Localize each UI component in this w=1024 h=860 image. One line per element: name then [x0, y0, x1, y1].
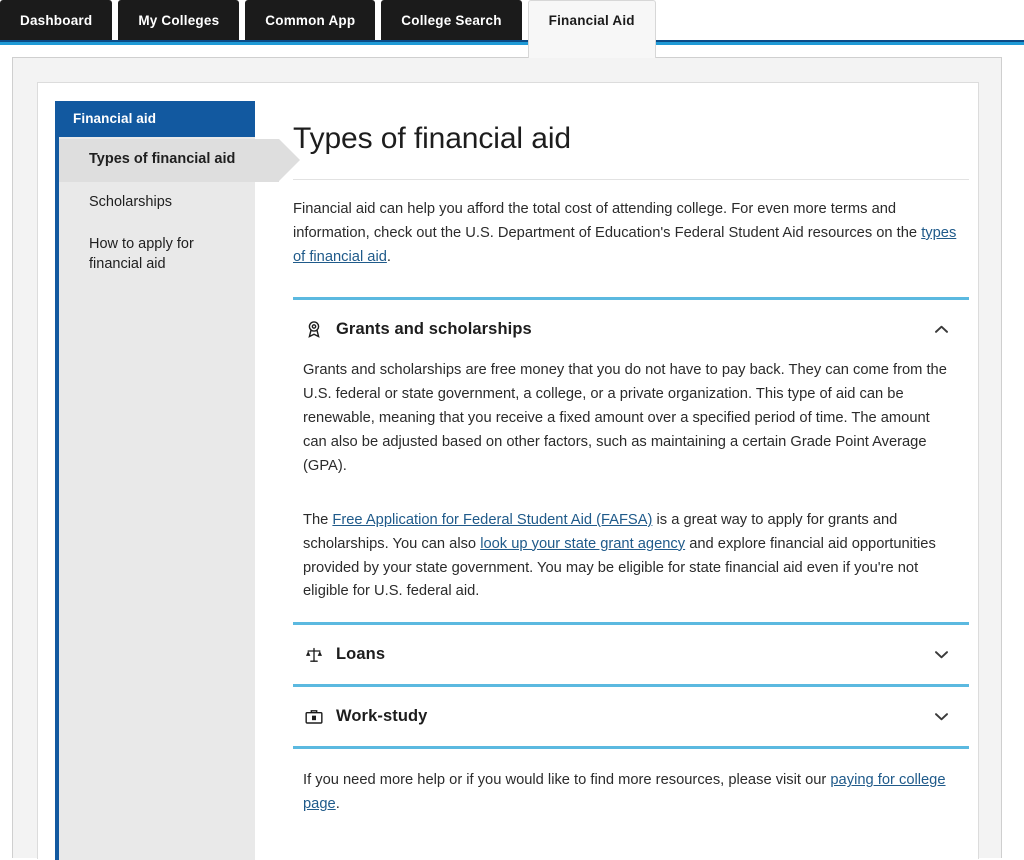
accordion-divider	[293, 746, 969, 750]
page-outer-frame: Financial aid Types of financial aid Sch…	[12, 57, 1002, 860]
accordion-header-loans[interactable]: Loans	[293, 625, 969, 684]
intro-text-before: Financial aid can help you afford the to…	[293, 201, 922, 241]
tab-strip: Dashboard My Colleges Common App College…	[0, 0, 662, 58]
accordion-title: Loans	[336, 645, 386, 664]
intro-text-after: .	[386, 248, 391, 265]
accordion-header-grants-and-scholarships[interactable]: Grants and scholarships	[293, 300, 969, 359]
footer-help-paragraph: If you need more help or if you would li…	[303, 769, 963, 817]
tab-financial-aid-label: Financial Aid	[548, 13, 635, 28]
accordion-title: Grants and scholarships	[336, 319, 532, 338]
sidebar-item-label: Scholarships	[89, 193, 173, 210]
financial-aid-type-accordion: Grants and scholarships Grants and schol…	[293, 296, 969, 750]
footer-text-after: .	[335, 796, 340, 813]
tab-common-app[interactable]: Common App	[245, 0, 376, 40]
chevron-down-icon[interactable]	[931, 707, 951, 727]
award-medal-icon	[303, 318, 325, 340]
title-divider	[293, 179, 969, 180]
accordion-body-grants-and-scholarships: Grants and scholarships are free money t…	[293, 359, 969, 623]
tab-dashboard[interactable]: Dashboard	[0, 0, 113, 40]
tab-college-search-label: College Search	[401, 12, 502, 28]
sidebar: Financial aid Types of financial aid Sch…	[55, 101, 300, 860]
sidebar-item-label: Types of financial aid	[89, 151, 236, 167]
accordion-section-loans: Loans	[293, 625, 969, 684]
active-pointer-arrow-icon	[279, 139, 300, 181]
accordion-section-grants-and-scholarships: Grants and scholarships Grants and schol…	[293, 300, 969, 623]
briefcase-icon	[303, 706, 325, 728]
sidebar-item-types-of-financial-aid[interactable]: Types of financial aid	[59, 139, 300, 182]
main-content: Types of financial aid Financial aid can…	[293, 101, 983, 860]
tab-college-search[interactable]: College Search	[381, 0, 522, 40]
state-grant-agency-link[interactable]: look up your state grant agency	[480, 536, 685, 552]
sidebar-item-how-to-apply[interactable]: How to apply for financial aid	[59, 224, 255, 286]
accordion-title: Work-study	[336, 707, 428, 726]
tab-my-colleges-label: My Colleges	[138, 12, 220, 28]
chevron-down-icon[interactable]	[931, 645, 951, 665]
sidebar-item-label: How to apply for financial aid	[89, 236, 194, 272]
tab-dashboard-label: Dashboard	[20, 12, 93, 28]
grants-paragraph-2: The Free Application for Federal Student…	[303, 509, 951, 605]
fafsa-link[interactable]: Free Application for Federal Student Aid…	[332, 512, 652, 528]
accordion-header-work-study[interactable]: Work-study	[293, 687, 969, 746]
grants-paragraph-1: Grants and scholarships are free money t…	[303, 361, 947, 474]
accordion-section-work-study: Work-study	[293, 687, 969, 746]
content-card: Financial aid Types of financial aid Sch…	[37, 82, 979, 860]
grants-p2-part1: The	[303, 511, 333, 528]
tab-common-app-label: Common App	[265, 12, 356, 28]
chevron-up-icon[interactable]	[931, 319, 951, 339]
footer-text-before: If you need more help or if you would li…	[303, 772, 831, 789]
balance-scale-icon	[303, 644, 325, 666]
tab-bar-underline	[0, 40, 1024, 45]
sidebar-item-list: Types of financial aid Scholarships How …	[59, 137, 300, 286]
sidebar-item-scholarships[interactable]: Scholarships	[59, 182, 255, 225]
intro-paragraph: Financial aid can help you afford the to…	[293, 198, 971, 270]
tab-my-colleges[interactable]: My Colleges	[118, 0, 240, 40]
main-tab-bar: Dashboard My Colleges Common App College…	[0, 0, 1024, 58]
page-title: Types of financial aid	[293, 122, 571, 155]
sidebar-header: Financial aid	[59, 101, 255, 137]
tab-financial-aid[interactable]: Financial Aid	[527, 0, 656, 58]
